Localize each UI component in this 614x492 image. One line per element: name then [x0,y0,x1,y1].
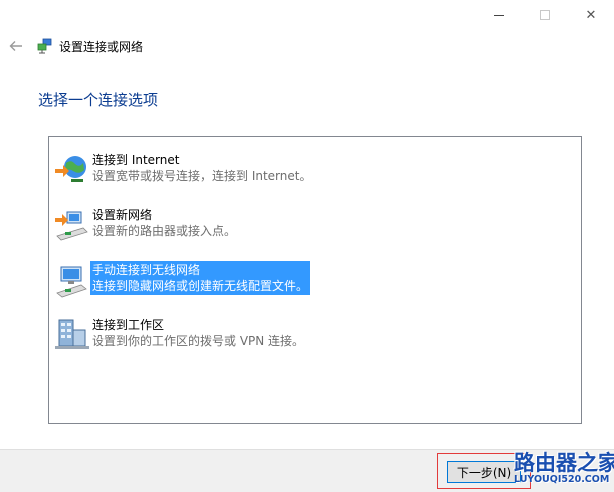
title-bar: ✕ [0,0,614,30]
option-description: 设置到你的工作区的拨号或 VPN 连接。 [92,334,305,348]
network-setup-icon [37,38,52,54]
globe-network-icon [55,156,86,182]
option-text: 连接到工作区 设置到你的工作区的拨号或 VPN 连接。 [90,316,306,350]
maximize-icon [540,10,550,20]
close-button[interactable]: ✕ [568,0,614,30]
watermark-text: 路由器之家 [514,451,614,475]
wireless-network-icon [56,266,87,298]
option-text: 设置新网络 设置新的路由器或接入点。 [90,206,238,240]
connection-options-list: 连接到 Internet 设置宽带或拨号连接，连接到 Internet。 设置新… [48,136,582,424]
nav-bar: 设置连接或网络 [0,30,614,62]
maximize-button[interactable] [522,0,568,30]
minimize-button[interactable] [476,0,522,30]
window-title: 设置连接或网络 [59,40,144,54]
option-title: 设置新网络 [92,208,153,222]
option-description: 设置宽带或拨号连接，连接到 Internet。 [92,169,312,183]
option-description: 连接到隐藏网络或创建新无线配置文件。 [92,279,309,293]
new-network-icon [55,211,88,241]
option-new-network[interactable]: 设置新网络 设置新的路由器或接入点。 [53,206,573,252]
option-connect-internet[interactable]: 连接到 Internet 设置宽带或拨号连接，连接到 Internet。 [53,151,573,197]
option-manual-wireless[interactable]: 手动连接到无线网络 连接到隐藏网络或创建新无线配置文件。 [53,261,573,307]
option-title: 手动连接到无线网络 [92,263,201,277]
option-text: 连接到 Internet 设置宽带或拨号连接，连接到 Internet。 [90,151,313,185]
option-description: 设置新的路由器或接入点。 [92,224,237,238]
page-heading: 选择一个连接选项 [38,91,159,109]
back-arrow-icon[interactable] [8,38,24,54]
option-title: 连接到工作区 [92,318,165,332]
workplace-network-icon [55,319,89,349]
option-title: 连接到 Internet [92,153,180,167]
option-workplace[interactable]: 连接到工作区 设置到你的工作区的拨号或 VPN 连接。 [53,316,573,362]
close-icon: ✕ [585,7,597,23]
option-text-selected: 手动连接到无线网络 连接到隐藏网络或创建新无线配置文件。 [90,261,311,295]
minimize-icon [494,14,504,16]
watermark-url: LUYOUQI520.COM [514,474,610,485]
